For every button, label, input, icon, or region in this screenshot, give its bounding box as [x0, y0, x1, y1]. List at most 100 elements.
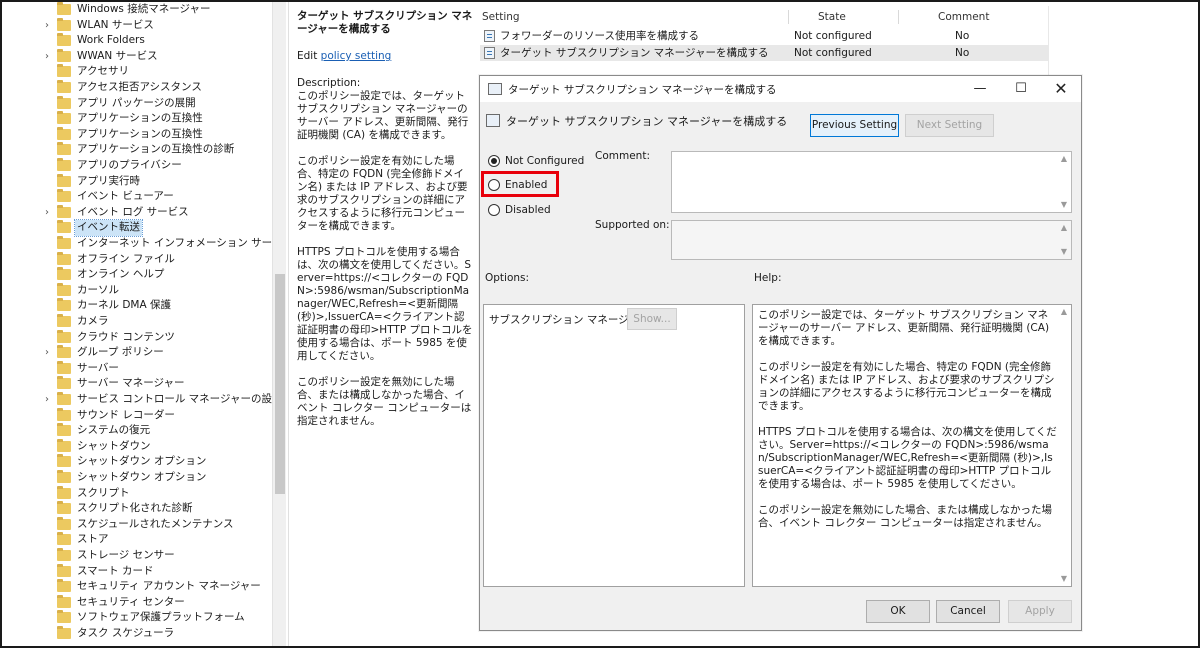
scroll-down-icon[interactable]: ▼: [1057, 572, 1071, 586]
tree-item[interactable]: スマート カード: [2, 563, 274, 580]
column-header-comment[interactable]: Comment: [938, 8, 989, 26]
tree-item[interactable]: クラウド コンテンツ: [2, 329, 274, 346]
tree-item[interactable]: カーネル DMA 保護: [2, 298, 274, 314]
scroll-down-icon[interactable]: ▼: [1057, 198, 1071, 212]
tree-item[interactable]: スクリプト化された診断: [2, 501, 274, 517]
tree-item[interactable]: オフライン ファイル: [2, 251, 274, 268]
tree-item-label: セキュリティ センター: [77, 595, 185, 608]
tree-item-label: セキュリティ アカウント マネージャー: [77, 580, 261, 593]
help-label: Help:: [754, 272, 782, 284]
tree-item[interactable]: シャットダウン: [2, 438, 274, 455]
tree-item[interactable]: › WWAN サービス: [2, 48, 274, 65]
tree-scrollbar-thumb[interactable]: [275, 274, 285, 494]
description-heading: Description:: [297, 77, 361, 89]
policy-setting-link[interactable]: policy setting: [321, 50, 392, 62]
tree-item[interactable]: › WLAN サービス: [2, 17, 274, 34]
folder-icon: [57, 173, 71, 187]
tree-item[interactable]: アプリ実行時: [2, 173, 274, 190]
tree-item[interactable]: スケジュールされたメンテナンス: [2, 516, 274, 533]
tree-item-label: システムの復元: [77, 424, 151, 437]
cancel-button[interactable]: Cancel: [936, 600, 1000, 623]
tree-item[interactable]: › サービス コントロール マネージャーの設定: [2, 392, 274, 408]
previous-setting-button[interactable]: Previous Setting: [810, 114, 899, 137]
folder-icon: [57, 189, 71, 203]
tree-item[interactable]: › イベント ログ サービス: [2, 204, 274, 221]
tree-item[interactable]: アクセサリ: [2, 64, 274, 80]
scroll-up-icon[interactable]: ▲: [1057, 305, 1071, 319]
next-setting-button[interactable]: Next Setting: [905, 114, 994, 137]
column-header-setting[interactable]: Setting: [482, 8, 520, 26]
tree-item[interactable]: イベント ビューアー: [2, 189, 274, 205]
tree-item[interactable]: Work Folders: [2, 33, 274, 49]
chevron-right-icon[interactable]: ›: [42, 51, 52, 62]
options-panel: サブスクリプション マネージャー Show...: [483, 304, 745, 587]
tree-item-label: ストア: [77, 533, 109, 546]
tree-item[interactable]: オンライン ヘルプ: [2, 267, 274, 283]
tree-item[interactable]: アプリケーションの互換性: [2, 126, 274, 143]
tree-item[interactable]: › グループ ポリシー: [2, 345, 274, 361]
dialog-titlebar[interactable]: ターゲット サブスクリプション マネージャーを構成する — ☐ ✕: [480, 76, 1081, 102]
supported-scrollbar[interactable]: ▲ ▼: [1057, 221, 1071, 259]
help-para-2: このポリシー設定を有効にした場合、特定の FQDN (完全修飾ドメイン名) また…: [758, 361, 1055, 412]
tree-item-label: オンライン ヘルプ: [77, 268, 165, 281]
tree-scrollbar[interactable]: [272, 2, 286, 646]
tree-item[interactable]: Windows 接続マネージャー: [2, 2, 274, 18]
tree-item[interactable]: アクセス拒否アシスタンス: [2, 80, 274, 96]
minimize-icon[interactable]: —: [960, 76, 1000, 102]
header-separator: [898, 8, 899, 26]
tree-item[interactable]: システムの復元: [2, 423, 274, 439]
tree-item[interactable]: アプリ パッケージの展開: [2, 95, 274, 112]
folder-icon: [57, 626, 71, 639]
tree-item-label: スクリプト: [77, 486, 130, 499]
setting-name: フォワーダーのリソース使用率を構成する: [500, 30, 699, 42]
setting-row[interactable]: フォワーダーのリソース使用率を構成する Not configured No: [480, 28, 1048, 44]
radio-disabled[interactable]: Disabled: [488, 202, 551, 218]
tree-item[interactable]: サウンド レコーダー: [2, 407, 274, 424]
tree-item[interactable]: シャットダウン オプション: [2, 470, 274, 486]
help-scrollbar[interactable]: ▲ ▼: [1057, 305, 1071, 586]
tree-item[interactable]: ストレージ センサー: [2, 548, 274, 564]
scroll-up-icon[interactable]: ▲: [1057, 152, 1071, 166]
tree-item[interactable]: ストア: [2, 532, 274, 548]
close-icon[interactable]: ✕: [1041, 76, 1081, 102]
chevron-right-icon[interactable]: ›: [42, 20, 52, 31]
tree-item[interactable]: シャットダウン オプション: [2, 454, 274, 470]
chevron-right-icon[interactable]: ›: [42, 207, 52, 218]
tree-item[interactable]: セキュリティ センター: [2, 594, 274, 611]
policy-settings-icon: [486, 114, 500, 127]
folder-icon: [57, 282, 71, 296]
ok-button[interactable]: OK: [866, 600, 930, 623]
tree-item[interactable]: タスク スケジューラ: [2, 626, 274, 642]
apply-button[interactable]: Apply: [1008, 600, 1072, 623]
chevron-right-icon[interactable]: ›: [42, 347, 52, 358]
tree-item[interactable]: サーバー マネージャー: [2, 376, 274, 392]
annotation-highlight-box: [481, 171, 559, 197]
folder-icon: [57, 594, 71, 608]
maximize-icon[interactable]: ☐: [1001, 76, 1041, 102]
tree-item-selected[interactable]: イベント転送: [2, 219, 274, 237]
comment-scrollbar[interactable]: ▲ ▼: [1057, 152, 1071, 212]
tree-item[interactable]: インターネット インフォメーション サービス: [2, 236, 274, 252]
tree-item[interactable]: セキュリティ アカウント マネージャー: [2, 579, 274, 595]
tree-item[interactable]: ソフトウェア保護プラットフォーム: [2, 610, 274, 626]
scroll-down-icon[interactable]: ▼: [1057, 245, 1071, 259]
folder-icon: [57, 516, 71, 530]
radio-not-configured[interactable]: Not Configured: [488, 153, 584, 169]
show-button[interactable]: Show...: [627, 308, 677, 330]
tree-item[interactable]: アプリケーションの互換性: [2, 111, 274, 127]
tree-item[interactable]: アプリケーションの互換性の診断: [2, 142, 274, 158]
tree-item[interactable]: アプリのプライバシー: [2, 158, 274, 174]
chevron-right-icon[interactable]: ›: [42, 394, 52, 405]
tree-item[interactable]: カーソル: [2, 282, 274, 299]
tree-item-label: サーバー マネージャー: [77, 377, 185, 390]
column-header-state[interactable]: State: [818, 8, 846, 26]
folder-icon: [57, 220, 71, 234]
tree-item-label: スケジュールされたメンテナンス: [77, 517, 234, 530]
tree-item[interactable]: サーバー: [2, 360, 274, 377]
tree-item[interactable]: カメラ: [2, 314, 274, 330]
setting-row-selected[interactable]: ターゲット サブスクリプション マネージャーを構成する Not configur…: [480, 45, 1048, 61]
comment-textarea[interactable]: ▲ ▼: [671, 151, 1072, 213]
scroll-up-icon[interactable]: ▲: [1057, 221, 1071, 235]
tree-item[interactable]: スクリプト: [2, 485, 274, 502]
folder-icon: [57, 438, 71, 452]
